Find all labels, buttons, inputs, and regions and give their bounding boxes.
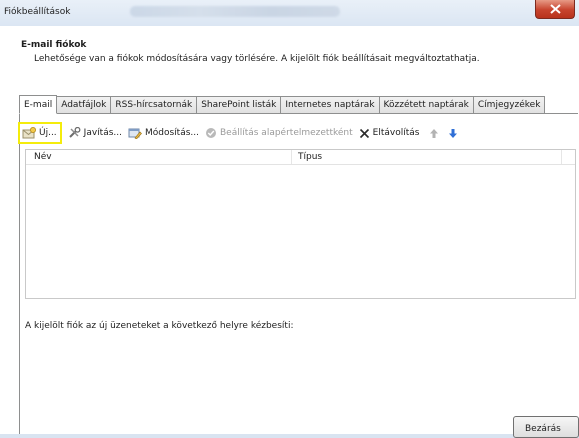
repair-button[interactable]: Javítás...	[68, 123, 122, 143]
window-title: Fiókbeállítások	[4, 7, 71, 17]
wrench-icon	[68, 127, 81, 139]
set-default-label: Beállítás alapértelmezettként	[219, 128, 353, 138]
tab-rss-feeds[interactable]: RSS-hírcsatornák	[111, 96, 198, 114]
delivery-location-label: A kijelölt fiók az új üzeneteket a követ…	[25, 321, 294, 331]
checkmark-circle-icon	[205, 127, 217, 139]
tab-strip: E-mail Adatfájlok RSS-hírcsatornák Share…	[19, 95, 546, 114]
accounts-list[interactable]: Név Típus	[25, 149, 576, 299]
tab-address-books[interactable]: Címjegyzékek	[473, 96, 546, 114]
tab-sharepoint-lists[interactable]: SharePoint listák	[197, 96, 282, 114]
change-button[interactable]: Módosítás...	[128, 123, 199, 143]
repair-label: Javítás...	[83, 128, 122, 138]
remove-label: Eltávolítás	[372, 128, 420, 138]
close-button-label: Bezárás	[525, 424, 561, 434]
account-settings-window: Fiókbeállítások E-mail fiókok Lehetősége…	[0, 0, 579, 438]
close-button[interactable]: Bezárás	[513, 416, 579, 438]
new-account-label: Új...	[39, 128, 57, 138]
move-down-button[interactable]	[448, 123, 461, 143]
column-header-name[interactable]: Név	[34, 152, 52, 162]
window-close-button[interactable]	[535, 0, 575, 19]
toolbar: Új... Javítás... Módosítás... Beállítás …	[18, 122, 467, 144]
blurred-account-name	[130, 6, 340, 17]
list-header: Név Típus	[26, 150, 575, 165]
arrow-up-icon	[429, 128, 439, 139]
remove-x-icon	[359, 128, 370, 139]
move-up-button[interactable]	[429, 123, 442, 143]
change-account-icon	[128, 127, 142, 139]
new-account-button[interactable]: Új...	[18, 122, 62, 144]
section-description: Lehetősége van a fiókok módosítására vag…	[34, 54, 480, 64]
new-account-icon	[22, 127, 36, 139]
column-divider	[291, 150, 292, 164]
section-title: E-mail fiókok	[21, 40, 87, 50]
tab-email[interactable]: E-mail	[19, 95, 58, 114]
arrow-down-icon	[448, 128, 458, 139]
change-label: Módosítás...	[144, 128, 199, 138]
tab-published-calendars[interactable]: Közzétett naptárak	[379, 96, 474, 114]
title-bar: Fiókbeállítások	[0, 0, 579, 26]
column-header-type[interactable]: Típus	[298, 152, 322, 162]
set-default-button[interactable]: Beállítás alapértelmezettként	[205, 123, 353, 143]
header-section: E-mail fiókok Lehetősége van a fiókok mó…	[0, 26, 579, 86]
column-divider	[561, 150, 562, 164]
tab-data-files[interactable]: Adatfájlok	[57, 96, 112, 114]
remove-button[interactable]: Eltávolítás	[359, 123, 420, 143]
close-icon	[550, 4, 561, 14]
tab-internet-calendars[interactable]: Internetes naptárak	[281, 96, 380, 114]
